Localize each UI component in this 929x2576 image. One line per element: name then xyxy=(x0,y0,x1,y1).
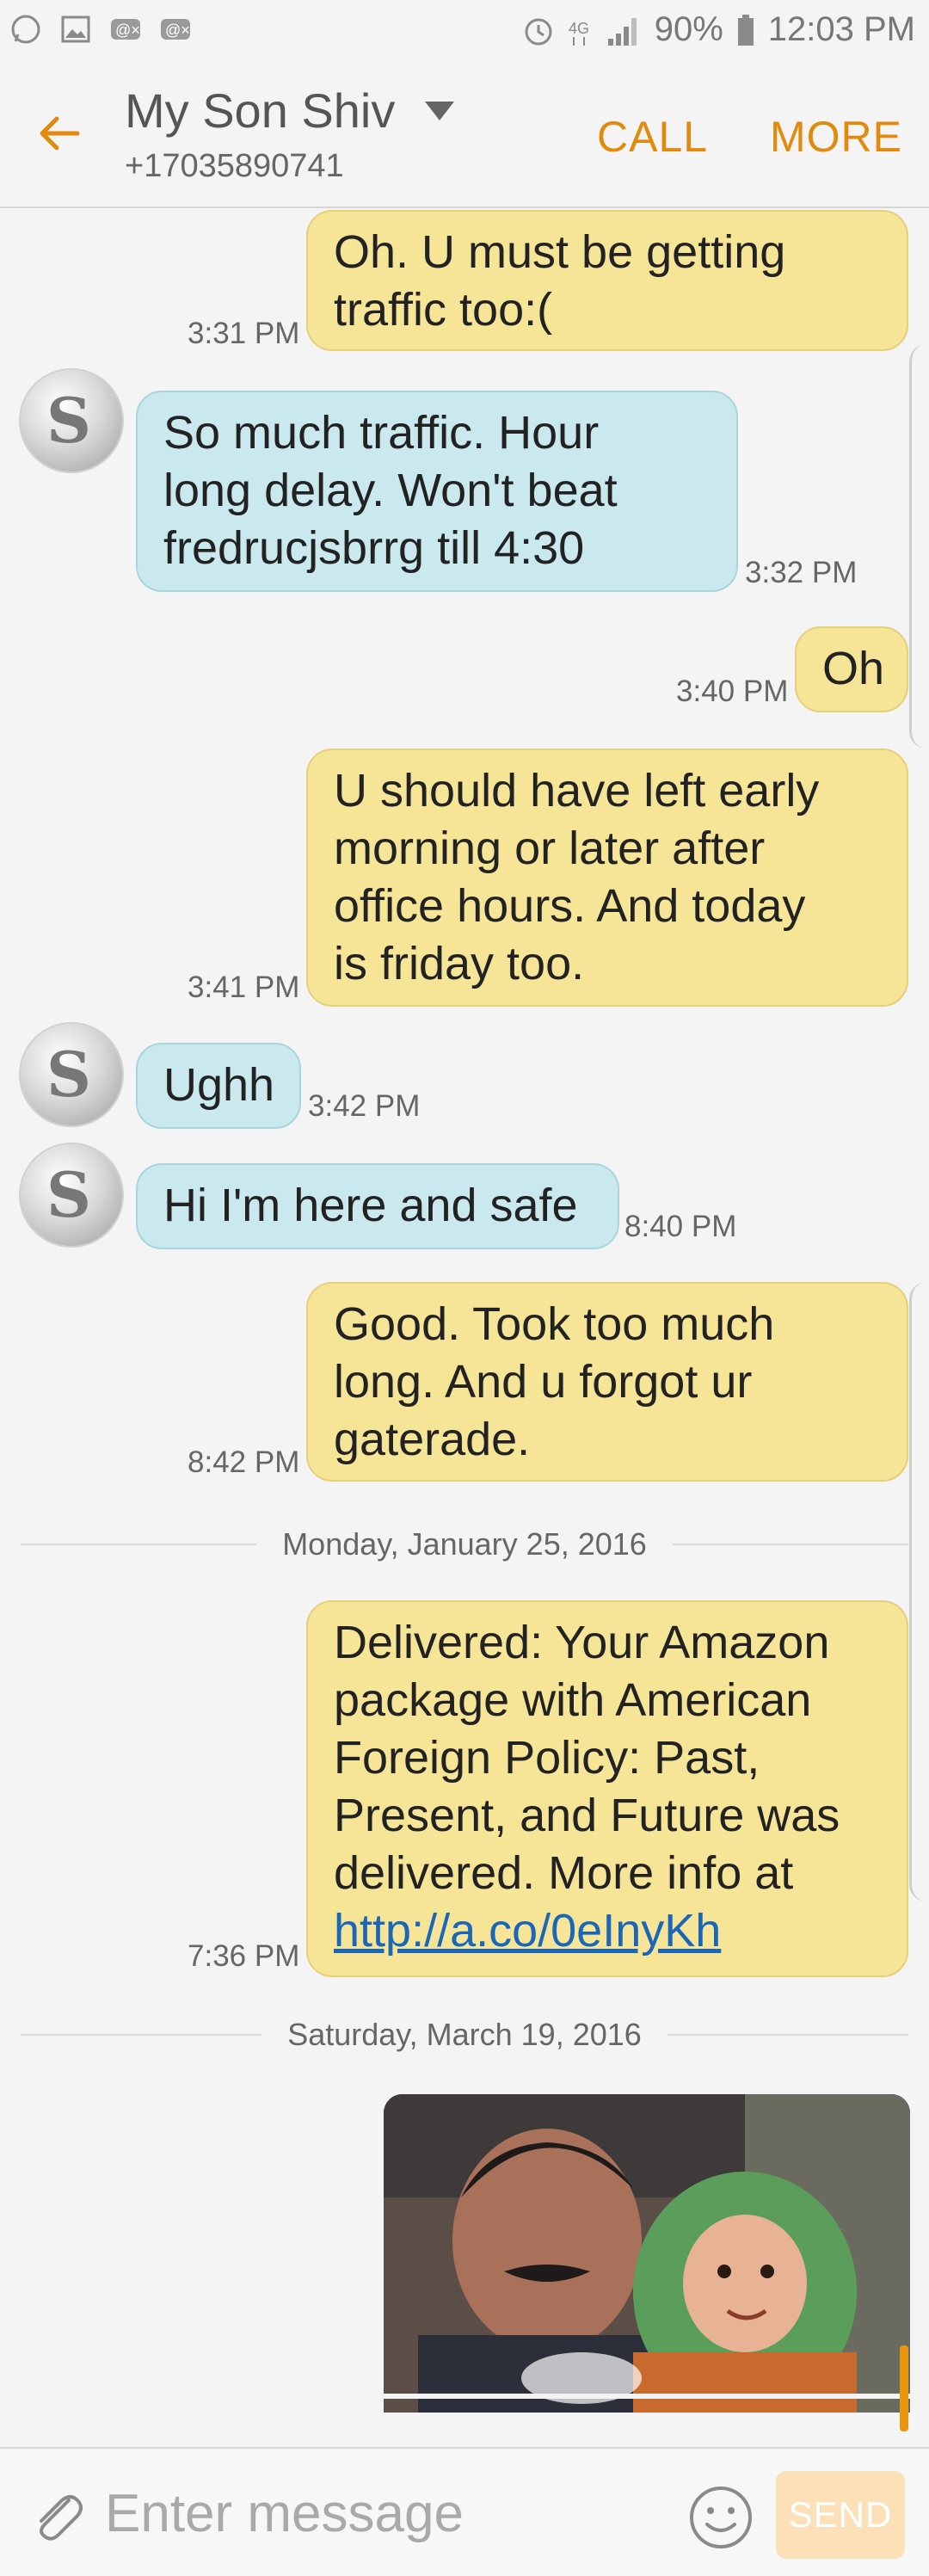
battery-icon xyxy=(737,14,754,46)
photo-image xyxy=(384,2094,910,2413)
battery-percent: 90% xyxy=(654,10,723,48)
attach-icon[interactable] xyxy=(26,2485,86,2545)
message-text-line: long delay. Won't beat xyxy=(163,465,618,516)
message-text-line: Oh xyxy=(822,643,885,694)
outgoing-message-bubble[interactable]: U should have left early morning or late… xyxy=(306,749,908,1007)
message-text-line: gaterade. xyxy=(334,1414,531,1465)
message-input[interactable] xyxy=(103,2471,674,2555)
date-label: Saturday, March 19, 2016 xyxy=(287,2017,642,2052)
message-text-line: is friday too. xyxy=(334,938,585,989)
contact-avatar[interactable]: S xyxy=(21,1024,122,1125)
clock-time: 12:03 PM xyxy=(767,10,915,48)
back-arrow-icon[interactable] xyxy=(34,108,84,158)
message-timestamp: 3:31 PM xyxy=(188,317,300,350)
edge-panel-handle[interactable] xyxy=(909,344,929,749)
message-text-line: morning or later after xyxy=(334,823,766,874)
message-input-bar: SEND xyxy=(0,2447,929,2576)
svg-text:S: S xyxy=(46,1158,91,1231)
photo-message[interactable] xyxy=(384,2094,910,2413)
message-text-line: fredrucjsbrrg till 4:30 xyxy=(163,522,585,574)
svg-text:S: S xyxy=(46,1038,91,1111)
message-timestamp: 3:32 PM xyxy=(745,556,858,589)
more-button[interactable]: MORE xyxy=(770,112,902,162)
missed-call-icon: @× xyxy=(161,19,190,40)
edge-panel-handle[interactable] xyxy=(909,1282,929,1901)
signal-icon xyxy=(607,17,637,46)
message-timestamp: 3:41 PM xyxy=(188,971,300,1004)
contact-phone-number: +17035890741 xyxy=(125,148,344,184)
message-text-line: traffic too:( xyxy=(334,284,553,336)
gallery-icon xyxy=(61,15,90,43)
send-button[interactable]: SEND xyxy=(776,2471,905,2559)
message-text-line: delivered. More info at xyxy=(334,1847,794,1899)
message-text-line: Delivered: Your Amazon xyxy=(334,1617,830,1668)
svg-text:@×: @× xyxy=(165,22,190,39)
svg-text:4G: 4G xyxy=(569,20,589,37)
message-timestamp: 8:42 PM xyxy=(188,1445,300,1479)
call-button[interactable]: CALL xyxy=(597,112,708,162)
outgoing-message-bubble[interactable]: Good. Took too much long. And u forgot u… xyxy=(306,1282,908,1482)
outgoing-message-bubble[interactable]: Oh. U must be getting traffic too:( xyxy=(306,210,908,351)
incoming-message-bubble[interactable]: Ughh xyxy=(136,1043,301,1129)
missed-call-icon: @× xyxy=(111,19,140,40)
emoji-icon[interactable] xyxy=(686,2483,755,2552)
message-timestamp: 3:42 PM xyxy=(308,1089,421,1123)
message-text-line: U should have left early xyxy=(334,765,820,817)
message-text-line: Hi I'm here and safe xyxy=(163,1180,578,1231)
message-link[interactable]: http://a.co/0eInyKh xyxy=(334,1902,881,1960)
chevron-down-icon[interactable] xyxy=(423,98,456,122)
message-timestamp: 3:40 PM xyxy=(676,675,789,708)
message-timestamp: 7:36 PM xyxy=(188,1939,300,1973)
photo-divider xyxy=(384,2394,910,2399)
message-text-line: long. And u forgot ur xyxy=(334,1356,753,1408)
message-text-line: Present, and Future was xyxy=(334,1790,840,1841)
contact-avatar[interactable]: S xyxy=(21,1144,122,1246)
svg-text:S: S xyxy=(46,384,91,457)
alarm-icon xyxy=(525,18,552,45)
contact-avatar[interactable]: S xyxy=(21,370,122,471)
message-text-line: Oh. U must be getting xyxy=(334,226,786,278)
outgoing-message-bubble[interactable]: Oh xyxy=(795,626,908,712)
date-separator: Monday, January 25, 2016 xyxy=(21,1523,908,1566)
message-text-line: Good. Took too much xyxy=(334,1298,775,1350)
date-separator: Saturday, March 19, 2016 xyxy=(21,2013,909,2056)
data-4g-icon: 4G xyxy=(569,20,589,46)
message-text-line: office hours. And today xyxy=(334,880,806,932)
message-text-line: Foreign Policy: Past, xyxy=(334,1732,760,1784)
message-list[interactable]: Oh. U must be getting traffic too:( 3:31… xyxy=(0,206,929,2447)
whatsapp-icon xyxy=(11,15,40,44)
status-bar: @× @× 4G 90% 12:03 PM xyxy=(0,0,929,62)
outgoing-message-bubble[interactable]: Delivered: Your Amazon package with Amer… xyxy=(306,1600,908,1977)
scrollbar-thumb[interactable] xyxy=(900,2345,908,2431)
conversation-header: My Son Shiv +17035890741 CALL MORE xyxy=(0,62,929,208)
incoming-message-bubble[interactable]: So much traffic. Hour long delay. Won't … xyxy=(136,391,738,592)
message-text-line: package with American xyxy=(334,1674,812,1726)
message-text-line: Ughh xyxy=(163,1059,275,1111)
svg-text:@×: @× xyxy=(115,22,140,39)
date-label: Monday, January 25, 2016 xyxy=(282,1526,647,1562)
message-text-line: So much traffic. Hour xyxy=(163,407,600,459)
incoming-message-bubble[interactable]: Hi I'm here and safe xyxy=(136,1163,619,1249)
contact-name[interactable]: My Son Shiv xyxy=(125,83,395,139)
message-timestamp: 8:40 PM xyxy=(624,1210,737,1243)
